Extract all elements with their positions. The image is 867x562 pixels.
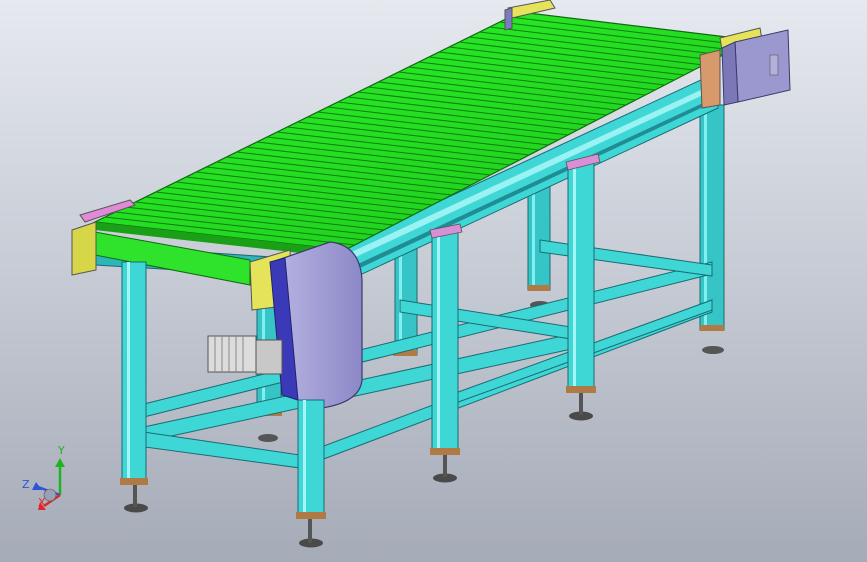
orientation-triad <box>32 458 65 510</box>
cad-viewport[interactable]: Y Z X <box>0 0 867 562</box>
drive-motor <box>207 335 283 375</box>
triad-y-label: Y <box>58 444 65 457</box>
triad-z-arrow <box>32 482 42 490</box>
drive-guard <box>269 241 363 409</box>
conveyor-3d-model[interactable] <box>0 0 867 562</box>
triad-x-label: X <box>38 496 46 509</box>
triad-y-arrow <box>55 458 65 467</box>
triad-z-label: Z <box>22 478 30 491</box>
